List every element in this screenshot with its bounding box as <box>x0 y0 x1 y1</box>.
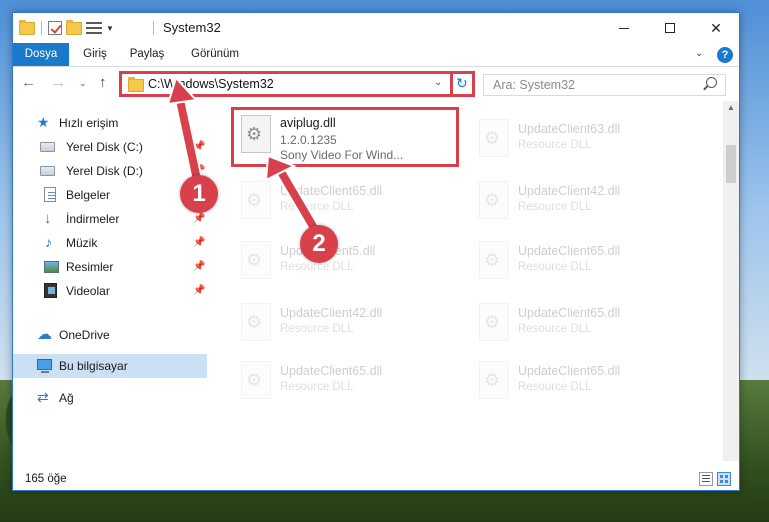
step-badge-2: 2 <box>300 225 338 263</box>
annotation-arrow-1 <box>166 76 320 234</box>
step-badge-1: 1 <box>180 175 218 213</box>
